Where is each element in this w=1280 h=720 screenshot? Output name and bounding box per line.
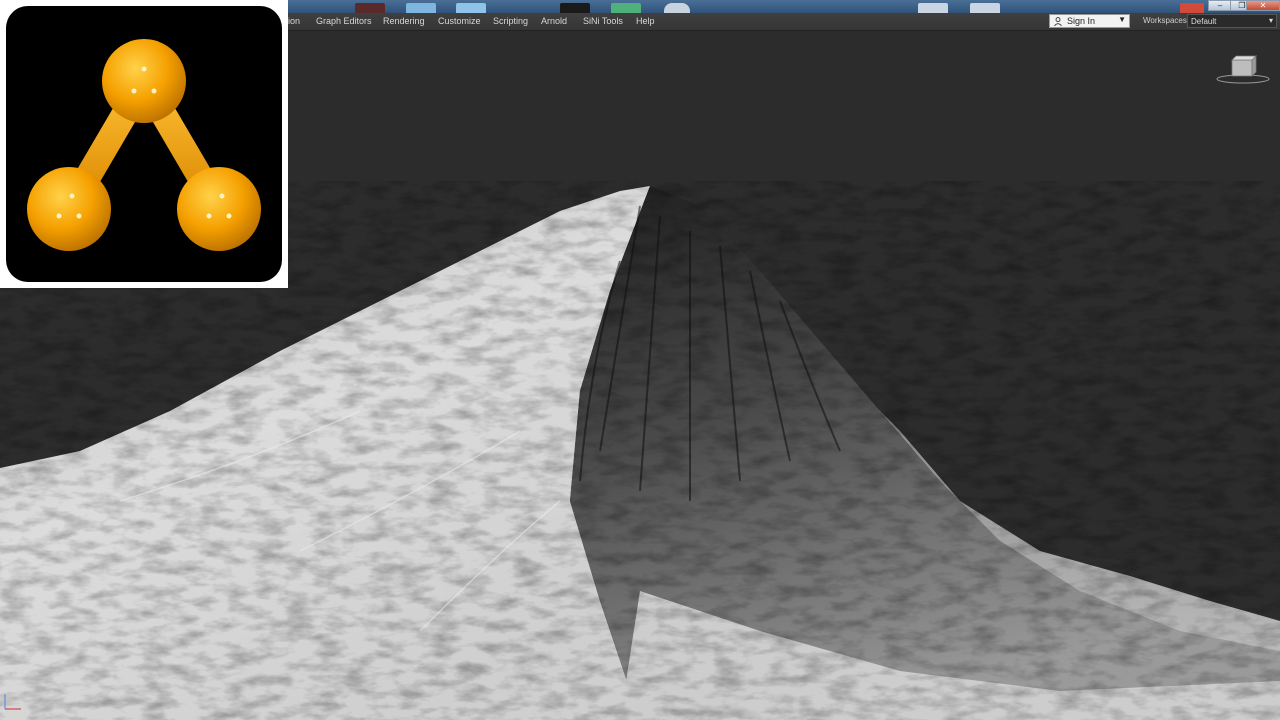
taskbar-app-icon[interactable] bbox=[560, 3, 590, 13]
chevron-down-icon: ▼ bbox=[1118, 15, 1126, 24]
menu-help[interactable]: Help bbox=[636, 16, 655, 26]
taskbar-app-icon[interactable] bbox=[918, 3, 948, 13]
menu-animation[interactable]: ion bbox=[288, 16, 300, 26]
menu-scripting[interactable]: Scripting bbox=[493, 16, 528, 26]
taskbar-app-icon[interactable] bbox=[664, 3, 690, 13]
workspaces-selected: Default bbox=[1191, 17, 1217, 26]
menu-rendering[interactable]: Rendering bbox=[383, 16, 425, 26]
taskbar-app-icon[interactable] bbox=[611, 3, 641, 13]
menu-arnold[interactable]: Arnold bbox=[541, 16, 567, 26]
sign-in-dropdown[interactable]: Sign In ▼ bbox=[1049, 14, 1130, 28]
logo-frame bbox=[6, 6, 282, 282]
taskbar-app-icon[interactable] bbox=[456, 3, 486, 13]
triangle-molecule-icon bbox=[27, 39, 261, 251]
workspaces-label: Workspaces: bbox=[1143, 16, 1190, 25]
taskbar-app-icon[interactable] bbox=[355, 3, 385, 13]
axis-tripod-icon bbox=[4, 694, 21, 710]
minimize-button[interactable]: – bbox=[1208, 0, 1232, 11]
viewcube-icon[interactable] bbox=[1214, 52, 1272, 86]
menu-sini-tools[interactable]: SiNi Tools bbox=[583, 16, 623, 26]
menu-customize[interactable]: Customize bbox=[438, 16, 481, 26]
user-icon bbox=[1054, 17, 1062, 26]
channel-logo bbox=[0, 0, 288, 288]
workspaces-select[interactable]: Default ▾ bbox=[1187, 14, 1277, 28]
sign-in-label: Sign In bbox=[1067, 16, 1096, 26]
close-button[interactable]: ✕ bbox=[1246, 0, 1280, 11]
taskbar-app-icon[interactable] bbox=[970, 3, 1000, 13]
chevron-down-icon: ▾ bbox=[1268, 16, 1273, 25]
menu-graph-editors[interactable]: Graph Editors bbox=[316, 16, 372, 26]
taskbar-app-icon[interactable] bbox=[1180, 3, 1204, 13]
taskbar-app-icon[interactable] bbox=[406, 3, 436, 13]
